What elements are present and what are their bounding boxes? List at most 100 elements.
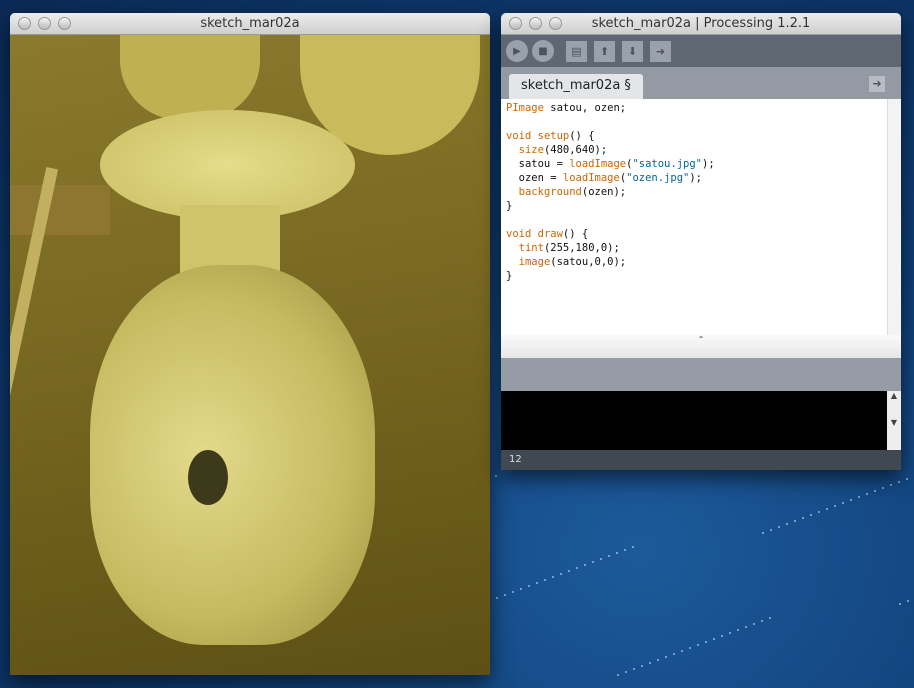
code-text: } <box>506 270 513 282</box>
star <box>778 526 780 528</box>
code-string: "ozen.jpg" <box>626 172 690 184</box>
star <box>802 517 804 519</box>
sketch-window: sketch_mar02a <box>10 13 490 675</box>
star <box>625 671 627 673</box>
star <box>899 603 901 605</box>
code-line: satou = loadImage("satou.jpg"); <box>506 157 896 171</box>
zoom-button[interactable] <box>58 17 71 30</box>
minimize-button[interactable] <box>38 17 51 30</box>
star <box>496 597 498 599</box>
star <box>858 496 860 498</box>
play-icon: ▶ <box>513 45 521 57</box>
stop-icon: ■ <box>538 45 548 57</box>
star <box>762 532 764 534</box>
code-text: satou, ozen; <box>543 102 627 114</box>
console-scrollbar[interactable]: ▲ ▼ <box>887 391 901 450</box>
code-text: ); <box>702 158 715 170</box>
tab-menu-button[interactable]: ➜ <box>869 76 885 92</box>
code-line: void setup() { <box>506 129 896 143</box>
window-title: sketch_mar02a <box>200 16 300 31</box>
star <box>592 561 594 563</box>
code-keyword: PImage <box>506 102 544 114</box>
code-text: } <box>506 200 513 212</box>
title-bar[interactable]: sketch_mar02a <box>10 13 490 35</box>
new-button[interactable]: ▤ <box>566 40 587 62</box>
star <box>617 674 619 676</box>
star <box>882 487 884 489</box>
code-text: (ozen); <box>581 186 627 198</box>
code-keyword: size <box>518 144 544 156</box>
star <box>600 558 602 560</box>
code-editor[interactable]: PImage satou, ozen; void setup() { size(4… <box>501 99 901 335</box>
code-line: image(satou,0,0); <box>506 255 896 269</box>
star <box>705 641 707 643</box>
code-keyword: void <box>506 130 532 142</box>
star <box>649 662 651 664</box>
code-keyword: tint <box>518 242 544 254</box>
code-line: } <box>506 269 896 283</box>
splitter-handle[interactable]: ⌃ <box>501 335 901 358</box>
code-line: tint(255,180,0); <box>506 241 896 255</box>
title-bar[interactable]: sketch_mar02a | Processing 1.2.1 <box>501 13 901 35</box>
star <box>866 493 868 495</box>
star <box>786 523 788 525</box>
code-keyword: image <box>518 256 551 268</box>
save-button[interactable]: ⬇ <box>622 40 643 62</box>
arrow-up-icon: ⬆ <box>599 44 610 58</box>
code-line: background(ozen); <box>506 185 896 199</box>
star <box>616 552 618 554</box>
star <box>721 635 723 637</box>
star <box>495 475 497 477</box>
star <box>632 546 634 548</box>
code-line: void draw() { <box>506 227 896 241</box>
star <box>906 478 908 480</box>
tab-bar: sketch_mar02a § ➜ <box>501 67 901 99</box>
open-button[interactable]: ⬆ <box>594 40 615 62</box>
star <box>608 555 610 557</box>
star <box>624 549 626 551</box>
star <box>576 567 578 569</box>
message-area <box>501 358 901 391</box>
star <box>544 579 546 581</box>
star <box>697 644 699 646</box>
star <box>834 505 836 507</box>
window-title: sketch_mar02a | Processing 1.2.1 <box>591 16 811 31</box>
star <box>528 585 530 587</box>
code-line: size(480,640); <box>506 143 896 157</box>
code-text: (480,640); <box>543 144 608 156</box>
grip-icon: ⌃ <box>697 335 705 344</box>
editor-scrollbar[interactable] <box>887 99 901 335</box>
export-button[interactable]: ➜ <box>650 40 671 62</box>
tab-sketch[interactable]: sketch_mar02a § <box>509 74 643 99</box>
star <box>681 650 683 652</box>
close-button[interactable] <box>18 17 31 30</box>
star <box>568 570 570 572</box>
star <box>729 632 731 634</box>
code-string: "satou.jpg" <box>632 158 702 170</box>
code-text: ); <box>689 172 703 184</box>
star <box>536 582 538 584</box>
line-number: 12 <box>509 454 522 465</box>
star <box>633 668 635 670</box>
code-text: ozen = <box>506 172 563 184</box>
export-icon: ➜ <box>655 44 666 58</box>
zoom-button[interactable] <box>549 17 562 30</box>
star <box>673 653 675 655</box>
code-keyword: background <box>518 186 582 198</box>
star <box>560 573 562 575</box>
star <box>665 656 667 658</box>
close-button[interactable] <box>509 17 522 30</box>
stop-button[interactable]: ■ <box>532 40 554 62</box>
run-button[interactable]: ▶ <box>506 40 528 62</box>
arrow-down-icon: ⬇ <box>627 44 638 58</box>
star <box>753 623 755 625</box>
status-bar: 12 <box>501 450 901 470</box>
star <box>898 481 900 483</box>
code-keyword: setup <box>537 130 570 142</box>
star <box>794 520 796 522</box>
minimize-button[interactable] <box>529 17 542 30</box>
